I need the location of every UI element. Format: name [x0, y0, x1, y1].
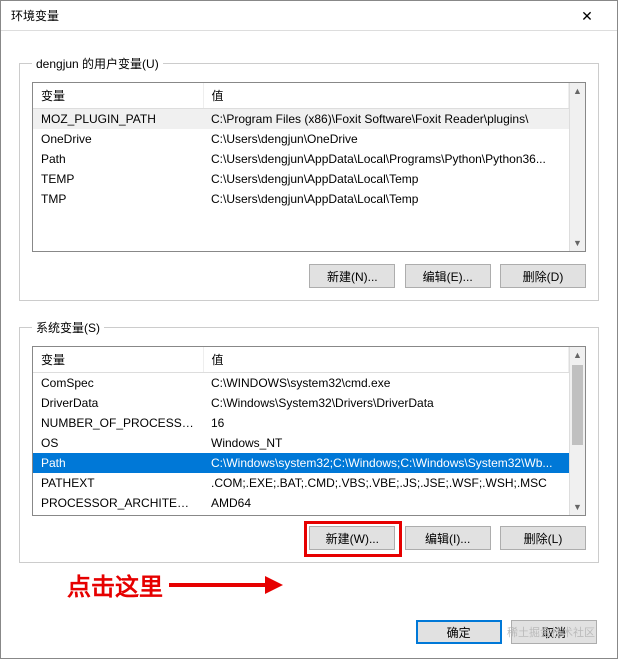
cell-value: C:\Program Files (x86)\Foxit Software\Fo… [203, 109, 569, 130]
sys-col-variable[interactable]: 变量 [33, 347, 203, 373]
scroll-up-icon[interactable]: ▲ [570, 347, 585, 363]
system-variables-legend: 系统变量(S) [32, 319, 104, 336]
cell-variable: PATHEXT [33, 473, 203, 493]
cell-value: C:\Windows\System32\Drivers\DriverData [203, 393, 569, 413]
table-row[interactable]: MOZ_PLUGIN_PATHC:\Program Files (x86)\Fo… [33, 109, 569, 130]
table-row[interactable]: OneDriveC:\Users\dengjun\OneDrive [33, 129, 569, 149]
cell-variable: TEMP [33, 169, 203, 189]
cell-variable: NUMBER_OF_PROCESSORS [33, 413, 203, 433]
user-variables-table[interactable]: 变量 值 MOZ_PLUGIN_PATHC:\Program Files (x8… [32, 82, 586, 252]
cell-value: C:\Users\dengjun\OneDrive [203, 129, 569, 149]
table-row[interactable]: TMPC:\Users\dengjun\AppData\Local\Temp [33, 189, 569, 209]
system-variables-table[interactable]: 变量 值 ComSpecC:\WINDOWS\system32\cmd.exeD… [32, 346, 586, 516]
cell-variable: DriverData [33, 393, 203, 413]
user-variables-legend: dengjun 的用户变量(U) [32, 55, 163, 72]
table-row[interactable]: ComSpecC:\WINDOWS\system32\cmd.exe [33, 373, 569, 394]
table-row[interactable]: OSWindows_NT [33, 433, 569, 453]
table-row[interactable]: DriverDataC:\Windows\System32\Drivers\Dr… [33, 393, 569, 413]
system-new-button[interactable]: 新建(W)... [309, 526, 395, 550]
cell-variable: PROCESSOR_ARCHITECT... [33, 493, 203, 513]
table-row[interactable]: PATHEXT.COM;.EXE;.BAT;.CMD;.VBS;.VBE;.JS… [33, 473, 569, 493]
table-row[interactable]: PathC:\Users\dengjun\AppData\Local\Progr… [33, 149, 569, 169]
cell-variable: Path [33, 453, 203, 473]
sys-scrollbar[interactable]: ▲ ▼ [569, 347, 585, 515]
user-new-button[interactable]: 新建(N)... [309, 264, 395, 288]
table-row[interactable]: NUMBER_OF_PROCESSORS16 [33, 413, 569, 433]
system-delete-button[interactable]: 删除(L) [500, 526, 586, 550]
user-edit-button[interactable]: 编辑(E)... [405, 264, 491, 288]
cell-value: 16 [203, 413, 569, 433]
sys-col-value[interactable]: 值 [203, 347, 569, 373]
cell-variable: ComSpec [33, 373, 203, 394]
cell-value: C:\Users\dengjun\AppData\Local\Temp [203, 189, 569, 209]
table-row[interactable]: PROCESSOR_ARCHITECT...AMD64 [33, 493, 569, 513]
system-edit-button[interactable]: 编辑(I)... [405, 526, 491, 550]
close-button[interactable]: ✕ [567, 2, 607, 30]
window-title: 环境变量 [11, 7, 59, 24]
scroll-up-icon[interactable]: ▲ [570, 83, 585, 99]
cell-value: AMD64 [203, 493, 569, 513]
cell-value: .COM;.EXE;.BAT;.CMD;.VBS;.VBE;.JS;.JSE;.… [203, 473, 569, 493]
cell-value: C:\Users\dengjun\AppData\Local\Programs\… [203, 149, 569, 169]
cell-variable: OneDrive [33, 129, 203, 149]
user-delete-button[interactable]: 删除(D) [500, 264, 586, 288]
cancel-button[interactable]: 取消 [511, 620, 597, 644]
cell-variable: Path [33, 149, 203, 169]
cell-value: C:\WINDOWS\system32\cmd.exe [203, 373, 569, 394]
scroll-down-icon[interactable]: ▼ [570, 235, 585, 251]
system-variables-group: 系统变量(S) 变量 值 ComSpecC:\WINDOWS\system32\… [19, 319, 599, 563]
cell-value: C:\Users\dengjun\AppData\Local\Temp [203, 169, 569, 189]
table-row[interactable]: TEMPC:\Users\dengjun\AppData\Local\Temp [33, 169, 569, 189]
cell-variable: TMP [33, 189, 203, 209]
scroll-thumb[interactable] [572, 365, 583, 445]
user-variables-group: dengjun 的用户变量(U) 变量 值 MOZ_PLUGIN_PATHC:\… [19, 55, 599, 301]
ok-button[interactable]: 确定 [416, 620, 502, 644]
user-col-variable[interactable]: 变量 [33, 83, 203, 109]
cell-value: Windows_NT [203, 433, 569, 453]
cell-variable: OS [33, 433, 203, 453]
scroll-down-icon[interactable]: ▼ [570, 499, 585, 515]
cell-value: C:\Windows\system32;C:\Windows;C:\Window… [203, 453, 569, 473]
titlebar: 环境变量 ✕ [1, 1, 617, 31]
user-scrollbar[interactable]: ▲ ▼ [569, 83, 585, 251]
cell-variable: MOZ_PLUGIN_PATH [33, 109, 203, 130]
table-row[interactable]: PathC:\Windows\system32;C:\Windows;C:\Wi… [33, 453, 569, 473]
user-col-value[interactable]: 值 [203, 83, 569, 109]
